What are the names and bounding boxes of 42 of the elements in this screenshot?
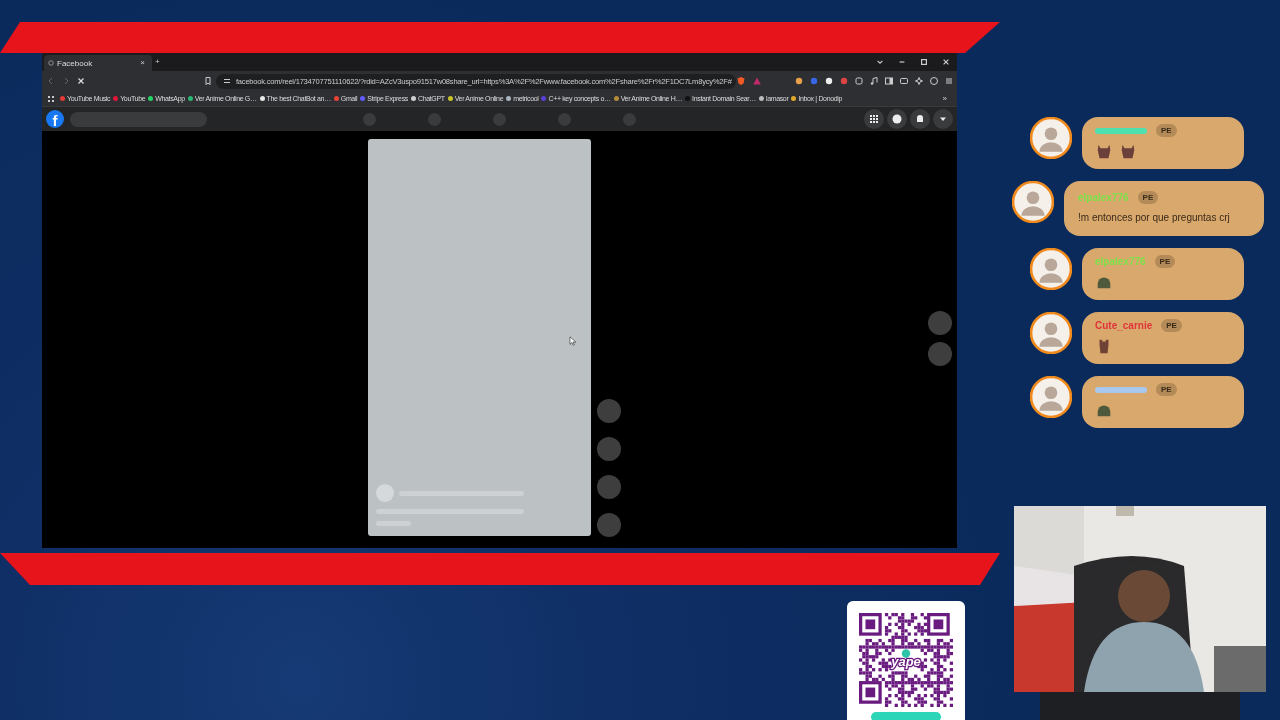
facebook-logo[interactable]: f: [46, 110, 64, 128]
maximize-icon[interactable]: [918, 56, 930, 68]
close-tab-button[interactable]: ×: [137, 59, 148, 67]
country-badge: PE: [1137, 191, 1159, 204]
action-placeholder: [597, 475, 621, 499]
avatar-icon: [1030, 312, 1072, 354]
sparkle-icon[interactable]: [913, 76, 924, 86]
action-placeholder: [597, 513, 621, 537]
site-settings-icon[interactable]: [221, 76, 232, 86]
stop-icon[interactable]: [75, 76, 86, 86]
menu-icon[interactable]: [943, 76, 954, 86]
country-badge: PE: [1156, 383, 1177, 396]
sidebar-icon[interactable]: [883, 76, 894, 86]
avatar-icon: [1030, 376, 1072, 418]
avatar-icon: [1012, 181, 1054, 223]
action-placeholder: [597, 399, 621, 423]
cursor-icon: [569, 336, 576, 346]
chat-message: !m entonces por que preguntas crj: [1078, 211, 1231, 225]
extension-icon[interactable]: [823, 76, 834, 86]
extension-icon[interactable]: [793, 76, 804, 86]
caret-icon[interactable]: [933, 109, 953, 129]
country-badge: PE: [1154, 255, 1176, 268]
username: elpalex776: [1095, 256, 1146, 267]
apps-icon[interactable]: [45, 93, 56, 104]
bookmark-icon[interactable]: [202, 76, 213, 86]
new-tab-button[interactable]: +: [152, 58, 163, 66]
country-badge: PE: [1156, 124, 1177, 137]
avatar-icon: [1030, 248, 1072, 290]
globe-icon: [48, 60, 54, 66]
bell-icon[interactable]: [910, 109, 930, 129]
avatar-icon: [1030, 117, 1072, 159]
country-badge: PE: [1161, 319, 1182, 332]
tab-title: Facebook: [57, 58, 94, 68]
action-placeholder: [597, 437, 621, 461]
username: Cute_carnie: [1095, 320, 1153, 331]
browser-tab[interactable]: Facebook ×: [44, 55, 152, 71]
triangle-icon[interactable]: [752, 76, 763, 86]
grid-menu-icon[interactable]: [864, 109, 884, 129]
music-icon[interactable]: [868, 76, 879, 86]
username: elpalex776: [1078, 192, 1129, 203]
more-bookmarks-button[interactable]: »: [942, 94, 955, 103]
avatar-placeholder: [376, 484, 394, 502]
